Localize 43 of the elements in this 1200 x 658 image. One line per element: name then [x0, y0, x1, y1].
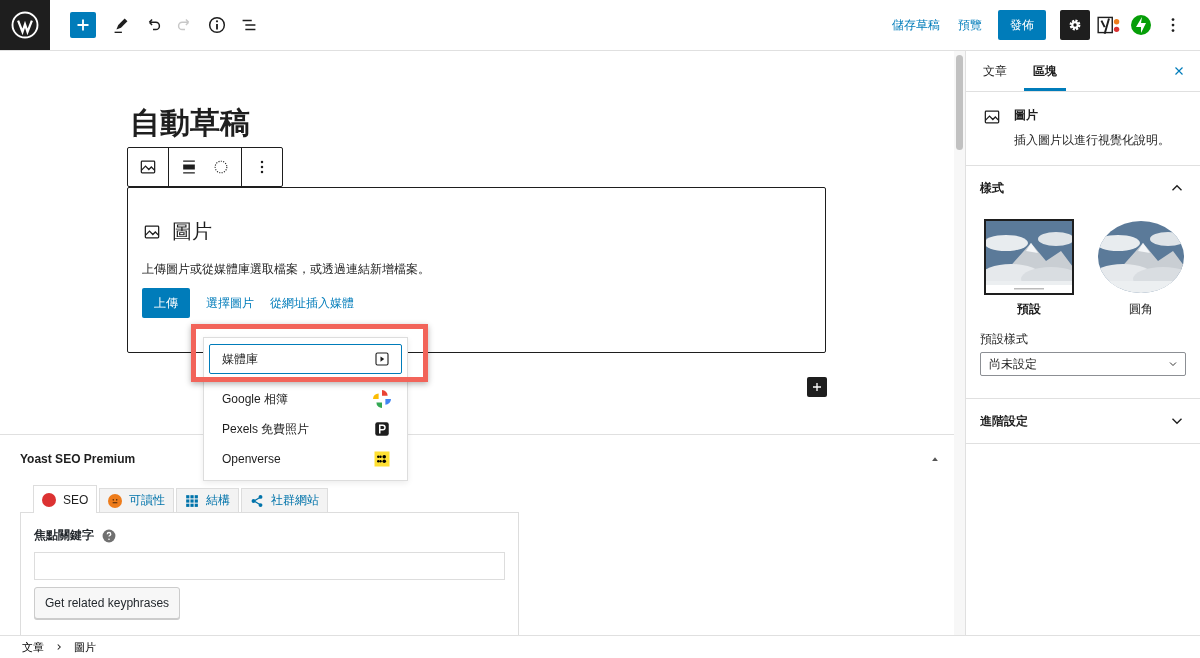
- input-field[interactable]: [34, 552, 505, 580]
- scrollbar[interactable]: [956, 55, 964, 150]
- play-icon[interactable]: [373, 350, 391, 368]
- publish-button[interactable]: 發佈: [998, 10, 1046, 40]
- related-keyphrases-button[interactable]: Get related keyphrases: [34, 587, 181, 619]
- help-icon: [102, 528, 116, 543]
- block-description: 插入圖片以進行視覺化說明。: [1014, 132, 1171, 149]
- pexels-icon[interactable]: [373, 420, 391, 438]
- save-draft-link[interactable]: 儲存草稿: [886, 16, 946, 34]
- field-label: 預設樣式: [980, 331, 1030, 348]
- tab[interactable]: SEO: [33, 485, 98, 513]
- sidebar-tab[interactable]: 文章: [974, 51, 1017, 91]
- panel-toggle[interactable]: 進階設定: [980, 399, 1186, 443]
- style-select[interactable]: 尚未設定: [980, 352, 1186, 376]
- panel-title: Yoast SEO Premium: [20, 452, 136, 466]
- wordpress-logo-icon: [10, 10, 40, 40]
- grid-icon: [185, 493, 200, 508]
- breadcrumb-link[interactable]: 文章: [22, 639, 44, 655]
- menu-item[interactable]: Pexels 免費照片: [209, 414, 402, 444]
- block-title: 圖片: [172, 219, 212, 244]
- instructions: 上傳圖片或從媒體庫選取檔案，或透過連結新增檔案。: [142, 261, 431, 278]
- block-name: 圖片: [1014, 107, 1040, 124]
- preview-link[interactable]: 預覽: [952, 16, 988, 34]
- tab[interactable]: 可讀性: [99, 488, 175, 512]
- media-link[interactable]: 選擇圖片: [206, 294, 254, 312]
- tab[interactable]: 社群網站: [241, 488, 329, 512]
- pinwheel-icon[interactable]: [373, 390, 391, 408]
- panel-toggle[interactable]: 樣式: [980, 166, 1186, 210]
- bolt-icon: [1129, 13, 1153, 37]
- share-icon: [250, 493, 265, 508]
- post-title[interactable]: 自動草稿: [130, 105, 250, 141]
- breadcrumb-link[interactable]: 圖片: [74, 639, 96, 655]
- menu-item[interactable]: Openverse: [209, 444, 402, 474]
- settings-button[interactable]: [1060, 10, 1090, 40]
- media-link[interactable]: 從網址插入媒體: [270, 294, 354, 312]
- dots-icon[interactable]: [373, 450, 391, 468]
- menu-item[interactable]: 媒體庫: [209, 344, 402, 374]
- style-option[interactable]: 圓角: [1096, 219, 1186, 318]
- sidebar-tab[interactable]: 區塊: [1024, 51, 1067, 91]
- field-label: 焦點關鍵字: [34, 527, 94, 544]
- menu-item[interactable]: Google 相簿: [209, 384, 402, 414]
- upload-button[interactable]: 上傳: [142, 288, 190, 318]
- tab[interactable]: 結構: [176, 488, 240, 512]
